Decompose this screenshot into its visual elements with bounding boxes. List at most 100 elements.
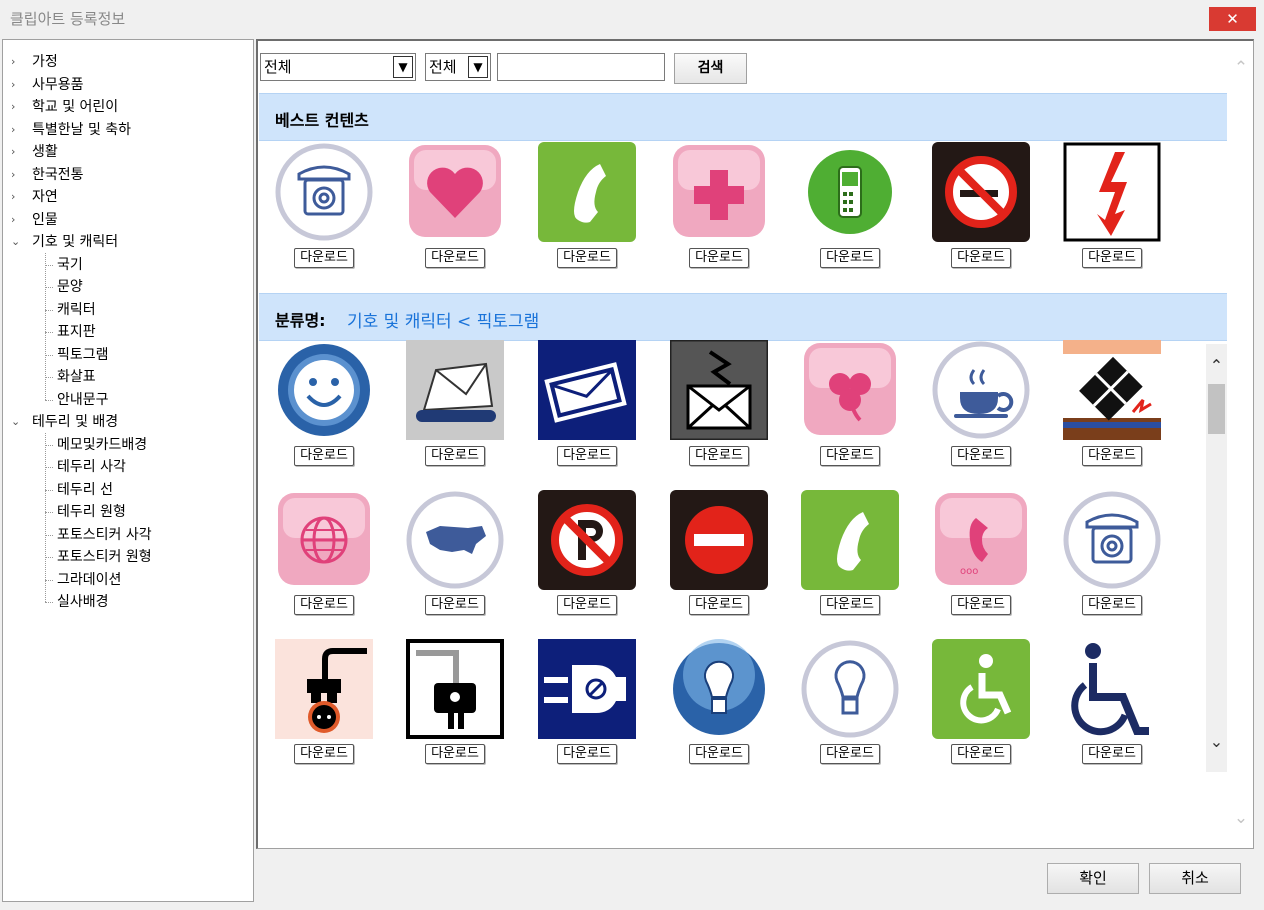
high-voltage-icon[interactable] <box>1063 142 1161 242</box>
chevron-down-icon[interactable]: ▼ <box>393 56 413 78</box>
tree-subcategory-9-6[interactable]: 그라데이션 <box>57 571 121 589</box>
download-button[interactable]: 다운로드 <box>820 744 880 764</box>
scroll-down-icon[interactable]: ⌄ <box>1206 732 1227 751</box>
tree-subcategory-8-1[interactable]: 문양 <box>57 278 83 296</box>
power-plug-icon[interactable] <box>275 639 373 739</box>
collapse-arrow-icon[interactable]: › <box>11 55 15 68</box>
download-button[interactable]: 다운로드 <box>294 248 354 268</box>
collapse-arrow-icon[interactable]: › <box>11 190 15 203</box>
download-button[interactable]: 다운로드 <box>820 595 880 615</box>
outer-scrollbar[interactable] <box>1229 43 1253 848</box>
tree-category-1[interactable]: 사무용품 <box>32 76 84 94</box>
light-bulb-icon[interactable] <box>670 639 768 739</box>
download-button[interactable]: 다운로드 <box>425 744 485 764</box>
download-button[interactable]: 다운로드 <box>1082 446 1142 466</box>
envelope-tray-icon[interactable] <box>406 340 504 440</box>
tree-subcategory-9-7[interactable]: 실사배경 <box>57 593 109 611</box>
search-button[interactable]: 검색 <box>674 53 747 84</box>
cancel-button[interactable]: 취소 <box>1149 863 1241 894</box>
category-filter-select[interactable]: 전체 ▼ <box>260 53 416 81</box>
clover-icon[interactable] <box>801 340 899 440</box>
fragile-box-icon[interactable] <box>1063 340 1161 440</box>
telephone-circle-icon[interactable] <box>1063 490 1161 590</box>
cross-icon[interactable] <box>670 142 768 242</box>
globe-icon[interactable] <box>275 490 373 590</box>
heart-icon[interactable] <box>406 142 504 242</box>
close-button[interactable]: ✕ <box>1209 7 1256 31</box>
download-button[interactable]: 다운로드 <box>425 248 485 268</box>
usa-map-icon[interactable] <box>406 490 504 590</box>
ok-button[interactable]: 확인 <box>1047 863 1139 894</box>
tree-category-6[interactable]: 자연 <box>32 188 58 206</box>
scroll-up-icon[interactable]: ⌃ <box>1230 58 1252 78</box>
expand-arrow-icon[interactable]: ⌄ <box>11 235 20 248</box>
download-button[interactable]: 다운로드 <box>951 595 1011 615</box>
tree-subcategory-9-1[interactable]: 테두리 사각 <box>57 458 126 476</box>
download-button[interactable]: 다운로드 <box>689 446 749 466</box>
download-button[interactable]: 다운로드 <box>820 248 880 268</box>
mobile-phone-icon[interactable] <box>801 142 899 242</box>
tree-subcategory-8-4[interactable]: 픽토그램 <box>57 346 109 364</box>
tree-category-2[interactable]: 학교 및 어린이 <box>32 98 118 116</box>
download-button[interactable]: 다운로드 <box>820 446 880 466</box>
tree-category-9[interactable]: 테두리 및 배경 <box>32 413 118 431</box>
phone-receiver-icon[interactable]: ooo <box>932 490 1030 590</box>
mail-lightning-icon[interactable] <box>670 340 768 440</box>
tree-subcategory-9-0[interactable]: 메모및카드배경 <box>57 436 147 454</box>
expand-arrow-icon[interactable]: ⌄ <box>11 415 20 428</box>
tree-category-8[interactable]: 기호 및 캐릭터 <box>32 233 118 251</box>
tree-subcategory-8-3[interactable]: 표지판 <box>57 323 96 341</box>
tree-subcategory-8-6[interactable]: 안내문구 <box>57 391 109 409</box>
tree-subcategory-9-2[interactable]: 테두리 선 <box>57 481 113 499</box>
download-button[interactable]: 다운로드 <box>951 248 1011 268</box>
download-button[interactable]: 다운로드 <box>1082 248 1142 268</box>
tree-category-0[interactable]: 가정 <box>32 53 58 71</box>
chevron-down-icon[interactable]: ▼ <box>468 56 488 78</box>
phone-handset-icon[interactable] <box>801 490 899 590</box>
tree-subcategory-9-4[interactable]: 포토스티커 사각 <box>57 526 152 544</box>
collapse-arrow-icon[interactable]: › <box>11 168 15 181</box>
download-button[interactable]: 다운로드 <box>425 595 485 615</box>
download-button[interactable]: 다운로드 <box>689 595 749 615</box>
tree-category-7[interactable]: 인물 <box>32 211 58 229</box>
plug-connector-icon[interactable] <box>538 639 636 739</box>
download-button[interactable]: 다운로드 <box>557 595 617 615</box>
download-button[interactable]: 다운로드 <box>294 744 354 764</box>
scroll-thumb[interactable] <box>1208 384 1225 434</box>
mail-icon[interactable] <box>538 340 636 440</box>
download-button[interactable]: 다운로드 <box>689 744 749 764</box>
tree-subcategory-9-3[interactable]: 테두리 원형 <box>57 503 126 521</box>
collapse-arrow-icon[interactable]: › <box>11 100 15 113</box>
download-button[interactable]: 다운로드 <box>557 744 617 764</box>
no-entry-icon[interactable] <box>670 490 768 590</box>
download-button[interactable]: 다운로드 <box>1082 744 1142 764</box>
telephone-circle-icon[interactable] <box>275 142 373 242</box>
download-button[interactable]: 다운로드 <box>425 446 485 466</box>
phone-handset-icon[interactable] <box>538 142 636 242</box>
plug-icon[interactable] <box>406 639 504 739</box>
download-button[interactable]: 다운로드 <box>1082 595 1142 615</box>
no-smoking-icon[interactable] <box>932 142 1030 242</box>
download-button[interactable]: 다운로드 <box>294 595 354 615</box>
coffee-cup-icon[interactable] <box>932 340 1030 440</box>
scroll-up-icon[interactable]: ⌃ <box>1206 356 1227 375</box>
light-bulb-outline-icon[interactable] <box>801 639 899 739</box>
smiley-icon[interactable] <box>275 340 373 440</box>
tree-subcategory-8-0[interactable]: 국기 <box>57 256 83 274</box>
download-button[interactable]: 다운로드 <box>557 446 617 466</box>
tree-category-3[interactable]: 특별한날 및 축하 <box>32 121 131 139</box>
collapse-arrow-icon[interactable]: › <box>11 145 15 158</box>
tree-subcategory-8-2[interactable]: 캐릭터 <box>57 301 96 319</box>
search-input[interactable] <box>497 53 665 81</box>
download-button[interactable]: 다운로드 <box>557 248 617 268</box>
tree-category-5[interactable]: 한국전통 <box>32 166 84 184</box>
tree-subcategory-9-5[interactable]: 포토스티커 원형 <box>57 548 152 566</box>
collapse-arrow-icon[interactable]: › <box>11 123 15 136</box>
tree-category-4[interactable]: 생활 <box>32 143 58 161</box>
no-parking-icon[interactable] <box>538 490 636 590</box>
download-button[interactable]: 다운로드 <box>294 446 354 466</box>
wheelchair-icon[interactable] <box>1063 639 1161 739</box>
type-filter-select[interactable]: 전체 ▼ <box>425 53 491 81</box>
collapse-arrow-icon[interactable]: › <box>11 78 15 91</box>
wheelchair-green-icon[interactable] <box>932 639 1030 739</box>
